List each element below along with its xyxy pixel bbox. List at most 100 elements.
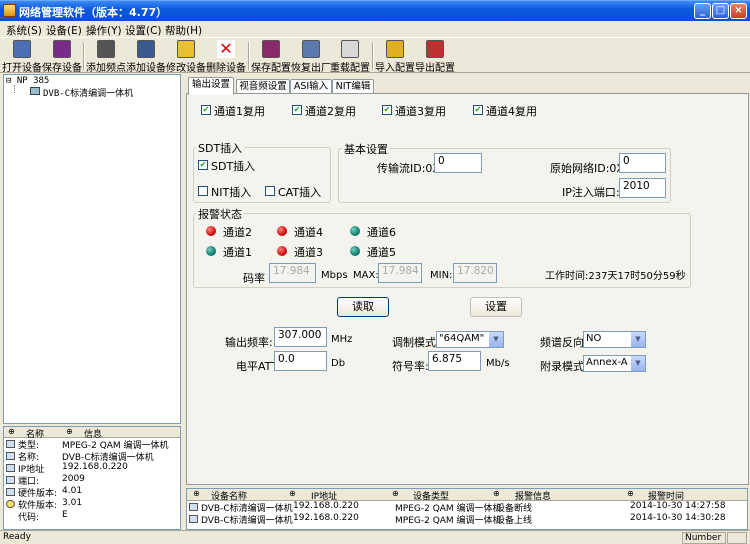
import-config-button[interactable]: 导入配置 [375, 39, 415, 74]
import-config-icon [386, 40, 404, 58]
sdt-insert-checkbox[interactable]: ✔ [198, 160, 208, 170]
cat-insert-checkbox[interactable]: ✔ [265, 186, 275, 196]
max-field: 17.984 [378, 263, 422, 283]
add-frequency-icon [97, 40, 115, 58]
max-label: MAX: [353, 270, 379, 281]
device-row-icon [189, 503, 198, 511]
channel4-mux-checkbox[interactable]: ✔ [473, 105, 483, 115]
network-id-input[interactable]: 0 [619, 153, 666, 173]
chevron-down-icon: ▼ [489, 332, 503, 347]
factory-reset-button[interactable]: 恢复出厂 [291, 39, 331, 74]
ip-col-icon: ⊕ [289, 489, 296, 498]
open-folder-icon [13, 40, 31, 58]
menu-operate[interactable]: 操作(Y) [86, 23, 122, 38]
export-config-button[interactable]: 导出配置 [415, 39, 455, 74]
info-rows: 类型: MPEG-2 QAM 编调一体机 名称: DVB-C标清编调一体机 IP地址… [4, 438, 180, 523]
symbol-rate-label: 符号率: [392, 360, 429, 373]
set-button[interactable]: 设置 [470, 297, 522, 317]
type-col-icon: ⊕ [392, 489, 399, 498]
modulation-select[interactable]: "64QAM" ▼ [436, 331, 504, 348]
basic-settings-title: 基本设置 [342, 141, 390, 157]
info-header: ⊕ 名称 ⊕ 信息 [4, 427, 180, 440]
status-text: Ready [3, 532, 31, 542]
alarm-status-title: 报警状态 [196, 206, 244, 222]
open-device-button[interactable]: 打开设备 [2, 39, 42, 74]
channel6-alarm-label: 通道6 [367, 226, 396, 239]
tab-av-settings[interactable]: 视音频设置 [236, 79, 290, 94]
output-freq-unit: MHz [331, 334, 353, 345]
menu-device[interactable]: 设备(E) [46, 23, 82, 38]
bitrate-field: 17.984 [269, 263, 316, 283]
tree-connector [14, 85, 15, 93]
add-device-icon [137, 40, 155, 58]
info-row: 软件版本: 3.01 [4, 498, 180, 511]
info-row: 类型: MPEG-2 QAM 编调一体机 [4, 438, 180, 451]
software-bulb-icon [6, 500, 15, 508]
att-input[interactable]: 0.0 [274, 351, 327, 371]
output-freq-input[interactable]: 307.000 [274, 327, 327, 347]
chevron-down-icon: ▼ [631, 332, 645, 347]
table-row[interactable]: DVB-C标清编调一体机 192.168.0.220 MPEG-2 QAM 编调… [187, 513, 747, 526]
tree-root[interactable]: ⊟ NP 385 [6, 76, 49, 86]
chevron-down-icon: ▼ [631, 356, 645, 371]
info-row: IP地址 192.168.0.220 [4, 462, 180, 475]
info-row: 代码: E [18, 510, 68, 523]
channel1-alarm-led [206, 246, 216, 256]
annex-mode-select[interactable]: Annex-A ▼ [583, 355, 646, 372]
channel4-mux-label: 通道4复用 [486, 105, 537, 118]
symbol-rate-input[interactable]: 6.875 [428, 351, 481, 371]
tab-output-settings[interactable]: 输出设置 [188, 77, 234, 95]
time-col-icon: ⊕ [627, 489, 634, 498]
menu-bar: 系统(S) 设备(E) 操作(Y) 设置(C) 帮助(H) [0, 21, 750, 37]
min-field: 17.820 [453, 263, 497, 283]
tab-nit-edit[interactable]: NIT编辑 [332, 79, 374, 94]
add-frequency-button[interactable]: 添加频点 [86, 39, 126, 74]
spectrum-invert-select[interactable]: NO ▼ [583, 331, 646, 348]
title-bar[interactable]: 网络管理软件（版本：4.77） _ □ × [0, 0, 750, 21]
table-row[interactable]: DVB-C标清编调一体机 192.168.0.220 MPEG-2 QAM 编调… [187, 501, 747, 514]
port-icon [6, 476, 15, 484]
reload-config-button[interactable]: 重载配置 [330, 39, 370, 74]
channel3-mux-label: 通道3复用 [395, 105, 446, 118]
alarm-col-icon: ⊕ [493, 489, 500, 498]
read-button[interactable]: 读取 [337, 297, 389, 317]
maximize-button[interactable]: □ [712, 3, 729, 19]
close-button[interactable]: × [730, 3, 747, 19]
tree-item-device[interactable]: DVB-C标清编调一体机 [30, 86, 133, 99]
save-config-button[interactable]: 保存配置 [251, 39, 291, 74]
delete-device-button[interactable]: ✕ 删除设备 [206, 39, 246, 74]
channel2-mux-label: 通道2复用 [305, 105, 356, 118]
channel3-alarm-label: 通道3 [294, 246, 323, 259]
nit-insert-checkbox[interactable]: ✔ [198, 186, 208, 196]
minimize-button[interactable]: _ [694, 3, 711, 19]
add-device-button[interactable]: 添加设备 [126, 39, 166, 74]
channel3-mux-checkbox[interactable]: ✔ [382, 105, 392, 115]
info-col-icon: ⊕ [66, 427, 73, 436]
channel1-mux-checkbox[interactable]: ✔ [201, 105, 211, 115]
info-row: 名称: DVB-C标清编调一体机 [4, 450, 180, 463]
ts-id-input[interactable]: 0 [434, 153, 482, 173]
channel1-alarm-label: 通道1 [223, 246, 252, 259]
factory-reset-icon [302, 40, 320, 58]
device-tree[interactable]: ⊟ NP 385 DVB-C标清编调一体机 [3, 74, 181, 424]
save-device-button[interactable]: 保存设备 [42, 39, 82, 74]
menu-help[interactable]: 帮助(H) [165, 23, 202, 38]
modify-device-button[interactable]: 修改设备 [166, 39, 206, 74]
channel4-alarm-label: 通道4 [294, 226, 323, 239]
grid-header: ⊕ 设备名称 ⊕ IP地址 ⊕ 设备类型 ⊕ 报警信息 ⊕ 报警时间 [187, 489, 747, 502]
status-bar: Ready Number [0, 530, 750, 544]
ip-port-input[interactable]: 2010 [619, 178, 666, 198]
menu-system[interactable]: 系统(S) [6, 23, 42, 38]
tab-asi-input[interactable]: ASI输入 [290, 79, 332, 94]
export-config-icon [426, 40, 444, 58]
ip-port-label: IP注入端口: [562, 186, 620, 199]
menu-settings[interactable]: 设置(C) [125, 23, 162, 38]
spectrum-invert-label: 频谱反向 [540, 336, 584, 349]
save-config-icon [262, 40, 280, 58]
device-icon [30, 87, 40, 95]
channel2-alarm-label: 通道2 [223, 226, 252, 239]
info-row: 端口: 2009 [4, 474, 180, 487]
channel2-mux-checkbox[interactable]: ✔ [292, 105, 302, 115]
channel3-alarm-led [277, 246, 287, 256]
name-col-icon: ⊕ [8, 427, 15, 436]
